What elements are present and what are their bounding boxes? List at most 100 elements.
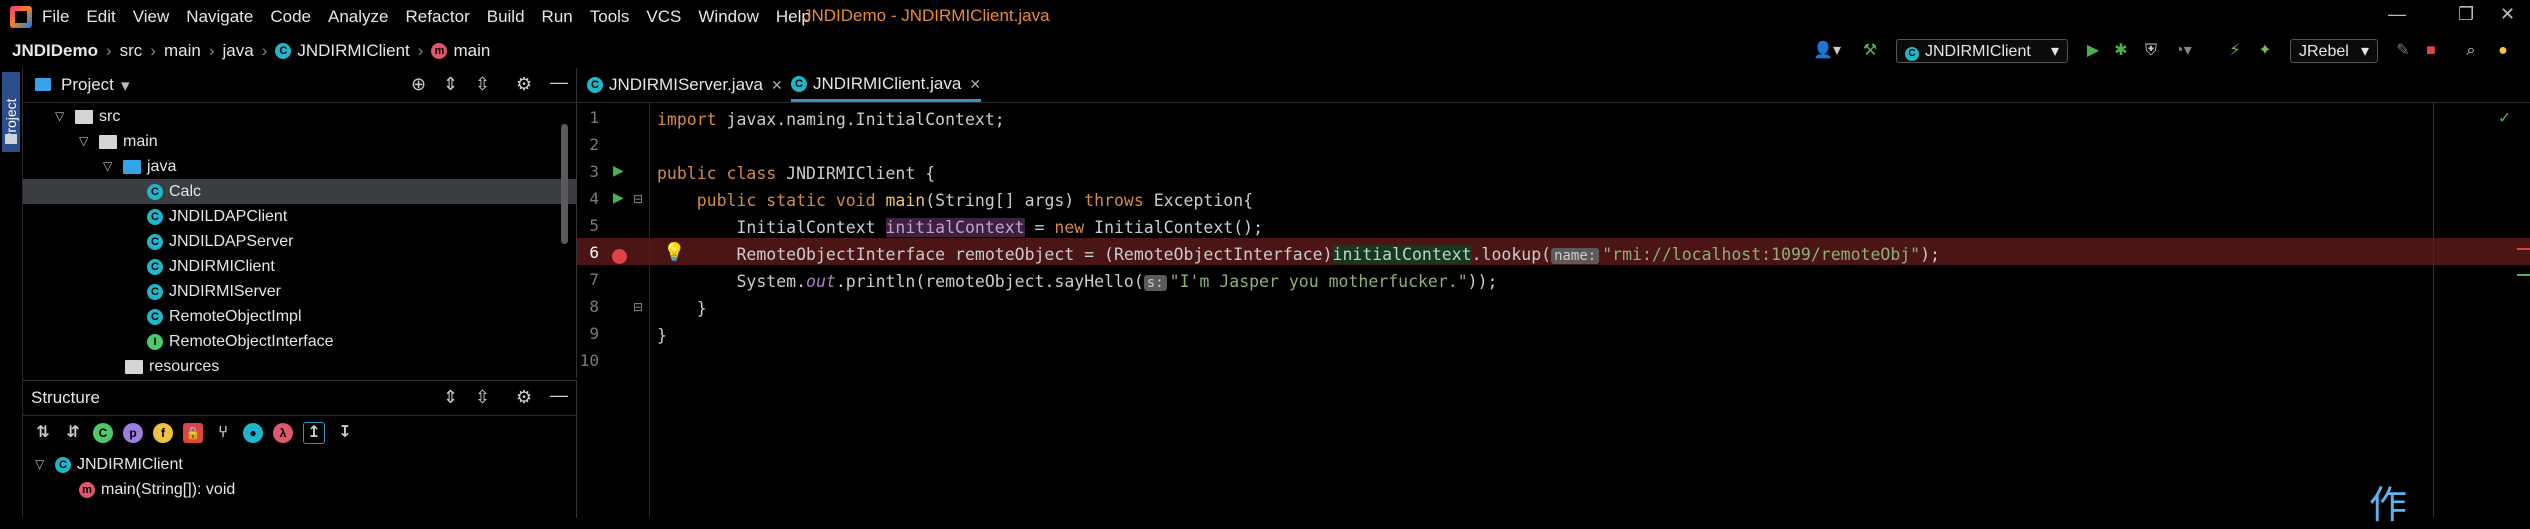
stop-icon[interactable]: ■ [2420,40,2442,62]
build-hammer-icon[interactable]: ⚒ [1858,40,1882,62]
gear-icon[interactable]: ⚙ [516,387,532,408]
menu-analyze[interactable]: Analyze [328,7,388,27]
tree-item-java[interactable]: ▽ java [23,154,643,179]
code-editor: C JNDIRMIServer.java ✕ C JNDIRMIClient.java… [577,67,2530,527]
profile-icon[interactable]: ◔▾ [2168,40,2198,62]
autoscroll-from-source-icon[interactable]: ↧ [335,423,355,443]
search-icon[interactable]: ⌕ [2460,40,2482,62]
breadcrumb-main[interactable]: main [164,41,201,61]
menu-view[interactable]: View [133,7,170,27]
menu-edit[interactable]: Edit [86,7,115,27]
change-stripe-mark[interactable] [2517,274,2530,276]
run-gutter-icon[interactable]: ▶ [613,189,624,206]
inspection-ok-icon[interactable]: ✓ [2498,108,2511,128]
structure-item-method[interactable]: m main(String[]): void [23,477,619,502]
code-line-4[interactable]: public static void main(String[] args) t… [657,187,1253,214]
close-window-button[interactable]: ✕ [2500,4,2515,25]
hide-panel-icon[interactable]: — [550,385,568,406]
chevron-down-icon: ▽ [55,109,65,123]
jrebel-debug-icon[interactable]: ✦ [2254,40,2276,62]
tree-item-main[interactable]: ▽ main [23,129,619,154]
dropdown-arrow-icon: ▾ [2050,43,2059,60]
line-number: 1 [589,108,599,127]
code-line-6[interactable]: RemoteObjectInterface remoteObject = (Re… [657,241,1940,268]
folder-icon [75,109,93,124]
user-icon[interactable]: 👤▾ [1810,40,1844,62]
fold-icon[interactable]: ⊟ [633,300,643,314]
class-icon: C [147,208,163,225]
tab-jndirmiclient[interactable]: C JNDIRMIClient.java ✕ [791,67,982,102]
structure-item-class[interactable]: ▽ C JNDIRMIClient [23,452,575,477]
hide-panel-icon[interactable]: — [550,72,568,93]
jrebel-run-icon[interactable]: ⚡ [2224,40,2246,62]
menu-vcs[interactable]: VCS [646,7,681,27]
show-lambdas-icon[interactable]: ● [243,423,263,443]
project-scrollbar[interactable] [561,124,568,244]
view-select-arrow-icon[interactable]: ▾ [121,76,130,96]
show-anonymous-icon[interactable]: ⑂ [213,423,233,443]
interface-icon: I [147,333,163,350]
menu-code[interactable]: Code [270,7,311,27]
code-line-1[interactable]: import javax.naming.InitialContext; [657,106,1005,133]
tab-jndirmiserver[interactable]: C JNDIRMIServer.java ✕ [587,68,783,102]
breadcrumb-method[interactable]: main [453,41,490,61]
minimize-button[interactable]: — [2388,4,2406,25]
breadcrumb-class[interactable]: JNDIRMIClient [297,41,409,61]
close-tab-icon[interactable]: ✕ [969,67,981,101]
class-icon: C [147,308,163,325]
run-icon[interactable]: ▶ [2082,40,2104,62]
folder-icon [99,134,117,149]
show-inherited-icon[interactable]: C [93,423,113,443]
autoscroll-to-source-icon[interactable]: ↥ [303,422,325,444]
coverage-icon[interactable]: ⛨ [2140,40,2162,62]
menu-tools[interactable]: Tools [590,7,630,27]
menu-run[interactable]: Run [542,7,573,27]
code-line-8[interactable]: } [657,295,707,322]
expand-all-icon[interactable]: ⇕ [443,74,458,95]
project-panel-title[interactable]: Project [61,75,114,95]
structure-panel-header: Structure ⇕ ⇳ ⚙ — [23,381,576,416]
breadcrumb-java[interactable]: java [223,41,254,61]
sort-alpha-icon[interactable]: ⇵ [63,423,83,443]
attach-icon[interactable]: ✎ [2392,40,2414,62]
restore-button[interactable]: ❐ [2458,4,2474,25]
line-number: 3 [589,162,599,181]
intellij-logo-icon [10,6,32,28]
menu-file[interactable]: File [42,7,69,27]
tree-item-resources[interactable]: resources [23,354,665,379]
breadcrumb-src[interactable]: src [120,41,143,61]
run-gutter-icon[interactable]: ▶ [613,162,624,179]
error-stripe-mark[interactable] [2517,248,2530,250]
gear-icon[interactable]: ⚙ [516,74,532,95]
locate-icon[interactable]: ⊕ [411,74,426,95]
show-lambda-icon[interactable]: λ [273,423,293,443]
source-folder-icon [123,159,141,174]
run-config-select[interactable]: C JNDIRMIClient ▾ [1896,39,2068,63]
expand-all-icon[interactable]: ⇕ [443,387,458,408]
fold-icon[interactable]: ⊟ [633,192,643,206]
code-line-3[interactable]: public class JNDIRMIClient { [657,160,935,187]
class-icon: C [791,75,807,92]
menu-build[interactable]: Build [487,7,525,27]
run-config-icon: C [1905,47,1919,61]
menu-window[interactable]: Window [698,7,758,27]
close-tab-icon[interactable]: ✕ [771,68,783,102]
jrebel-select[interactable]: JRebel ▾ [2290,39,2378,63]
code-line-5[interactable]: InitialContext initialContext = new Init… [657,214,1263,241]
breadcrumb-project[interactable]: JNDIDemo [12,41,98,61]
collapse-all-icon[interactable]: ⇳ [475,387,490,408]
show-properties-icon[interactable]: p [123,423,143,443]
tree-item-src[interactable]: ▽ src [23,104,595,129]
collapse-all-icon[interactable]: ⇳ [475,74,490,95]
show-non-public-icon[interactable]: 🔒 [183,423,203,443]
line-number: 8 [589,297,599,316]
debug-icon[interactable]: ✱ [2110,40,2132,62]
code-line-7[interactable]: System.out.println(remoteObject.sayHello… [657,268,1497,295]
breakpoint-icon[interactable] [612,249,627,264]
sort-visibility-icon[interactable]: ⇅ [33,423,53,443]
code-line-9[interactable]: } [657,322,667,349]
menu-refactor[interactable]: Refactor [405,7,469,27]
menu-navigate[interactable]: Navigate [186,7,253,27]
show-fields-icon[interactable]: f [153,423,173,443]
updates-icon[interactable]: ● [2492,40,2514,62]
